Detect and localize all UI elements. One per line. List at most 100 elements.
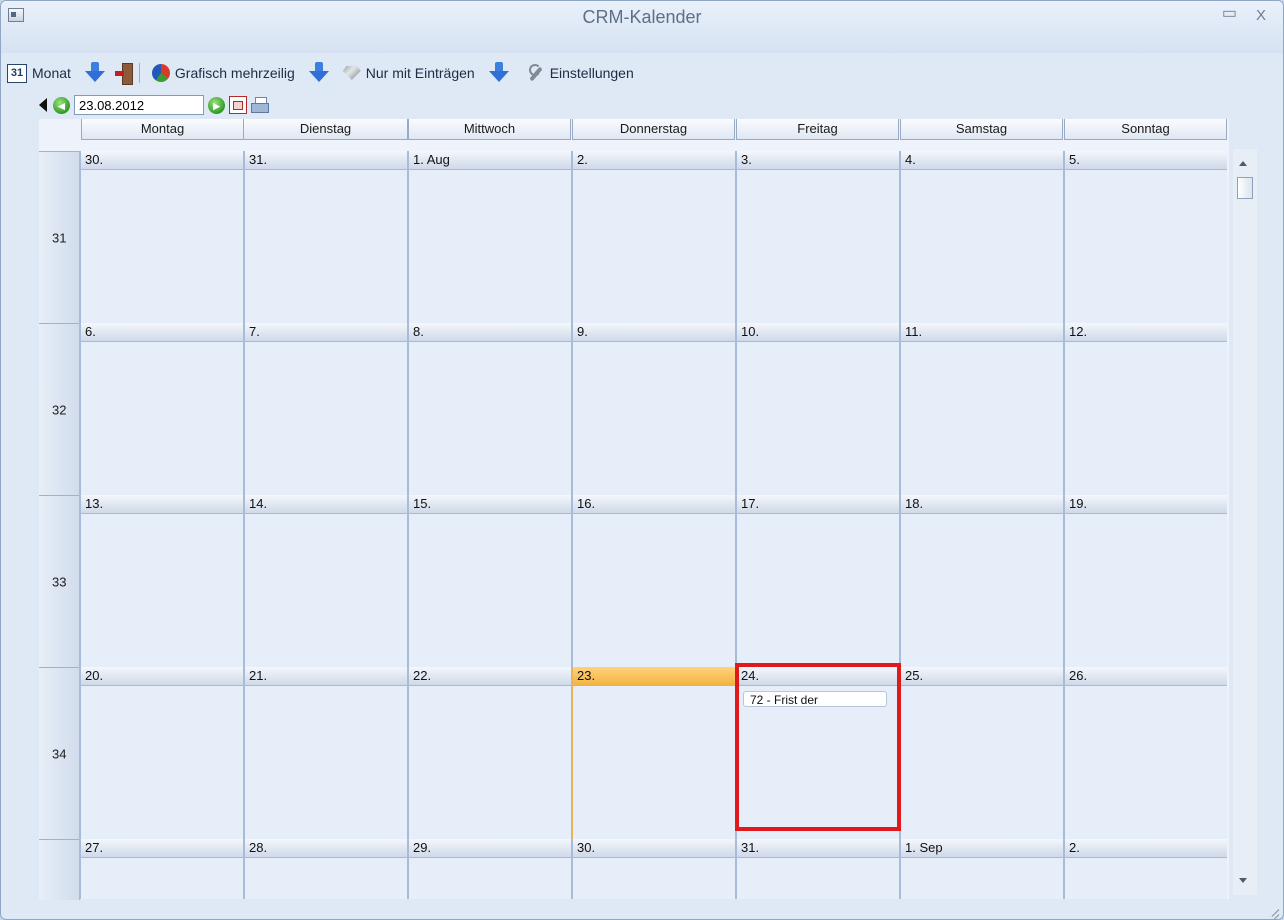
filter-gem-icon (342, 66, 361, 80)
day-label: 9. (573, 323, 735, 342)
previous-arrow-icon[interactable] (39, 98, 47, 112)
day-label: 27. (81, 839, 243, 858)
weekday-header-tuesday: Dienstag (243, 119, 408, 140)
day-cell[interactable]: 2. (1063, 839, 1227, 899)
day-cell[interactable]: 7. (243, 323, 407, 495)
day-cell[interactable]: 14. (243, 495, 407, 667)
day-cell[interactable]: 17. (735, 495, 899, 667)
graphic-dropdown-arrow-icon[interactable] (308, 62, 329, 84)
day-cell[interactable]: 11. (899, 323, 1063, 495)
day-cell[interactable]: 9. (571, 323, 735, 495)
scroll-thumb[interactable] (1237, 177, 1253, 199)
day-label: 20. (81, 667, 243, 686)
month-dropdown-arrow-icon[interactable] (84, 62, 105, 84)
week-number: 34 (52, 746, 67, 762)
day-cell-with-event[interactable]: 24. 72 - Frist der (735, 667, 899, 839)
day-label: 3. (737, 151, 899, 170)
day-label: 4. (901, 151, 1063, 170)
day-cell[interactable]: 31. (243, 151, 407, 323)
day-cell[interactable]: 29. (407, 839, 571, 899)
today-day-cell[interactable]: 23. (571, 667, 735, 839)
day-label: 12. (1065, 323, 1227, 342)
day-cell[interactable]: 2. (571, 151, 735, 323)
graphic-multiline-label: Grafisch mehrzeilig (174, 65, 295, 81)
day-label: 2. (1065, 839, 1227, 858)
resize-grip-icon[interactable] (1265, 901, 1279, 915)
scroll-up-icon[interactable] (1239, 161, 1247, 166)
day-label: 25. (901, 667, 1063, 686)
day-cell[interactable]: 4. (899, 151, 1063, 323)
day-cell[interactable]: 3. (735, 151, 899, 323)
day-label: 10. (737, 323, 899, 342)
day-label: 5. (1065, 151, 1227, 170)
day-label: 7. (245, 323, 407, 342)
week-number-cell: 32 (39, 323, 80, 496)
day-cell[interactable]: 10. (735, 323, 899, 495)
week-number-cell (39, 839, 80, 900)
calendar-icon: 31 (7, 63, 27, 83)
day-label: 1. Sep (901, 839, 1063, 858)
settings-button[interactable]: Einstellungen (513, 64, 634, 82)
day-cell[interactable]: 28. (243, 839, 407, 899)
week-number-cell: 33 (39, 495, 80, 668)
day-label: 26. (1065, 667, 1227, 686)
day-cell[interactable]: 1. Sep (899, 839, 1063, 899)
day-cell[interactable]: 27. (79, 839, 243, 899)
day-label: 16. (573, 495, 735, 514)
day-cell[interactable]: 18. (899, 495, 1063, 667)
day-label: 24. (737, 667, 899, 686)
day-cell[interactable]: 21. (243, 667, 407, 839)
entries-dropdown-arrow-icon[interactable] (488, 62, 509, 84)
week-number: 31 (52, 230, 67, 246)
day-cell[interactable]: 12. (1063, 323, 1227, 495)
day-cell[interactable]: 22. (407, 667, 571, 839)
day-label: 31. (737, 839, 899, 858)
month-view-button[interactable]: 31 Monat (7, 63, 71, 83)
toolbar: 31 Monat Grafisch mehrzeilig Nur mit Ein… (7, 59, 640, 87)
weekday-header-friday: Freitag (736, 119, 899, 140)
day-label: 8. (409, 323, 571, 342)
day-cell[interactable]: 19. (1063, 495, 1227, 667)
day-cell[interactable]: 15. (407, 495, 571, 667)
day-cell[interactable]: 5. (1063, 151, 1227, 323)
wrench-icon (527, 64, 545, 82)
day-label: 17. (737, 495, 899, 514)
graphic-multiline-button[interactable]: Grafisch mehrzeilig (148, 64, 295, 82)
day-label: 14. (245, 495, 407, 514)
day-cell[interactable]: 30. (79, 151, 243, 323)
day-cell[interactable]: 20. (79, 667, 243, 839)
exit-door-icon[interactable] (114, 63, 133, 85)
day-cell[interactable]: 31. (735, 839, 899, 899)
day-label: 11. (901, 323, 1063, 342)
day-cell[interactable]: 16. (571, 495, 735, 667)
scroll-down-icon[interactable] (1239, 878, 1247, 883)
weekday-header-sunday: Sonntag (1064, 119, 1227, 140)
entries-only-button[interactable]: Nur mit Einträgen (333, 65, 475, 81)
date-field[interactable] (74, 95, 204, 115)
calendar-event[interactable]: 72 - Frist der (743, 691, 887, 707)
title-bar: CRM-Kalender ▭ X (1, 1, 1283, 53)
vertical-scrollbar[interactable] (1233, 149, 1257, 895)
day-cell[interactable]: 25. (899, 667, 1063, 839)
close-button[interactable]: X (1256, 7, 1266, 24)
day-cell[interactable]: 1. Aug (407, 151, 571, 323)
day-label: 6. (81, 323, 243, 342)
month-calendar-grid: Montag Dienstag Mittwoch Donnerstag Frei… (39, 119, 1229, 900)
day-cell[interactable]: 30. (571, 839, 735, 899)
week-row: 27. 28. 29. 30. 31. 1. Sep 2. (39, 839, 1229, 900)
day-label: 2. (573, 151, 735, 170)
day-label: 30. (573, 839, 735, 858)
forward-button-icon[interactable]: ▸ (208, 96, 225, 114)
minimize-button[interactable]: ▭ (1222, 3, 1237, 23)
print-icon[interactable] (251, 97, 269, 113)
day-label: 19. (1065, 495, 1227, 514)
day-cell[interactable]: 26. (1063, 667, 1227, 839)
day-cell[interactable]: 13. (79, 495, 243, 667)
back-button-icon[interactable]: ◂ (53, 96, 70, 114)
day-cell[interactable]: 8. (407, 323, 571, 495)
today-calendar-icon[interactable] (229, 96, 247, 114)
week-number-cell: 34 (39, 667, 80, 840)
day-label: 29. (409, 839, 571, 858)
day-cell[interactable]: 6. (79, 323, 243, 495)
weekday-header-thursday: Donnerstag (572, 119, 735, 140)
